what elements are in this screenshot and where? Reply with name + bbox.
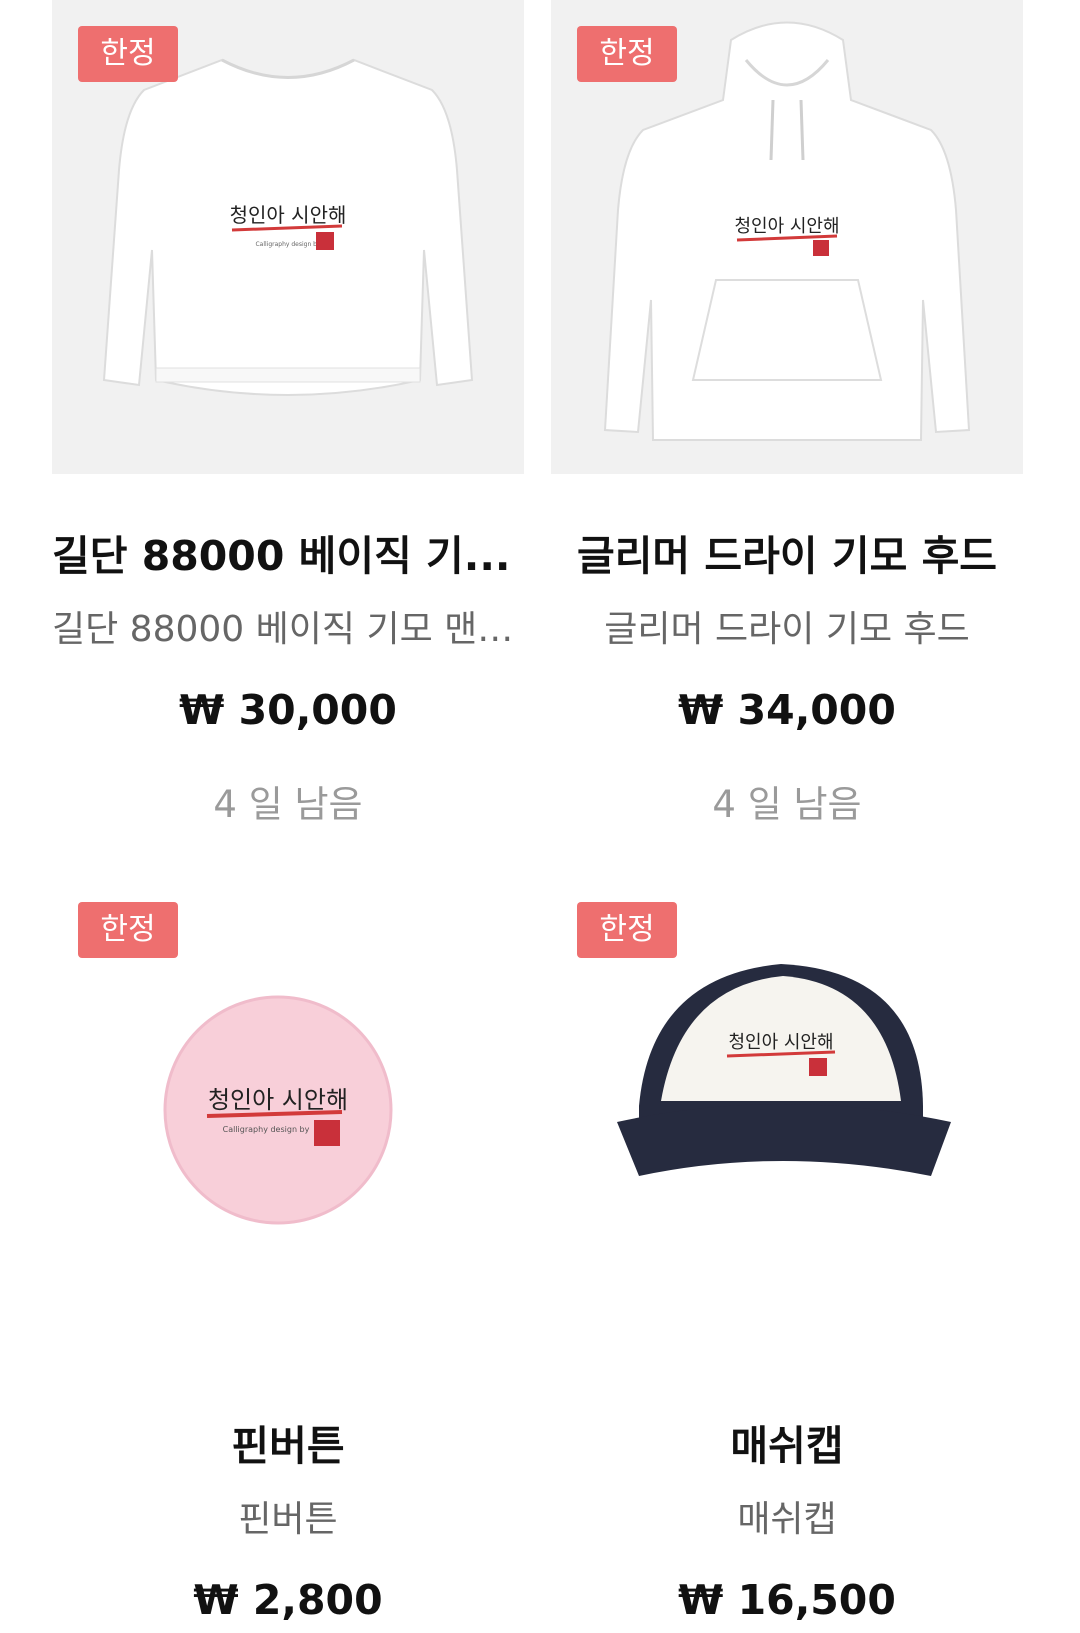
product-title[interactable]: 매쉬캡 — [551, 1412, 1023, 1472]
product-price: ₩ 2,800 — [193, 1576, 383, 1624]
svg-text:Calligraphy design by: Calligraphy design by — [255, 241, 321, 248]
svg-text:청인아 시안해: 청인아 시안해 — [734, 216, 839, 237]
days-remaining: 4 일 남음 — [213, 783, 363, 826]
limited-badge: 한정 — [78, 26, 178, 82]
product-card[interactable]: 청인아 시안해 Calligraphy design by 한정 길단 8800… — [52, 0, 524, 828]
product-subtitle: 글리머 드라이 기모 후드 — [604, 609, 970, 650]
days-remaining: 4 일 남음 — [712, 783, 862, 826]
product-card[interactable]: 청인아 시안해 한정 글리머 드라이 기모 후드 글리머 드라이 기모 후드 ₩… — [551, 0, 1023, 828]
svg-text:청인아 시안해: 청인아 시안해 — [230, 203, 347, 227]
svg-text:청인아 시안해: 청인아 시안해 — [728, 1032, 833, 1053]
product-card[interactable]: 청인아 시안해 한정 매쉬캡 매쉬캡 ₩ 16,500 — [551, 876, 1023, 1624]
product-image[interactable]: 청인아 시안해 Calligraphy design by 한정 — [52, 0, 524, 474]
svg-text:Calligraphy design by: Calligraphy design by — [223, 1125, 310, 1134]
svg-text:청인아 시안해: 청인아 시안해 — [208, 1086, 348, 1114]
product-price: ₩ 30,000 — [179, 686, 397, 734]
limited-badge: 한정 — [577, 902, 677, 958]
product-image[interactable]: 청인아 시안해 한정 — [551, 876, 1023, 1350]
limited-badge: 한정 — [577, 26, 677, 82]
product-title[interactable]: 핀버튼 — [52, 1412, 524, 1472]
product-image[interactable]: 청인아 시안해 Calligraphy design by 한정 — [52, 876, 524, 1350]
product-grid: 청인아 시안해 Calligraphy design by 한정 길단 8800… — [0, 0, 1080, 1633]
product-price: ₩ 16,500 — [678, 1576, 896, 1624]
product-title[interactable]: 길단 88000 베이직 기... — [52, 522, 524, 582]
product-title[interactable]: 글리머 드라이 기모 후드 — [551, 522, 1023, 582]
product-image[interactable]: 청인아 시안해 한정 — [551, 0, 1023, 474]
product-price: ₩ 34,000 — [678, 686, 896, 734]
product-subtitle: 매쉬캡 — [737, 1499, 837, 1540]
product-card[interactable]: 청인아 시안해 Calligraphy design by 한정 핀버튼 핀버튼… — [52, 876, 524, 1624]
product-subtitle: 길단 88000 베이직 기모 맨투... — [52, 609, 524, 650]
product-subtitle: 핀버튼 — [238, 1499, 338, 1540]
limited-badge: 한정 — [78, 902, 178, 958]
